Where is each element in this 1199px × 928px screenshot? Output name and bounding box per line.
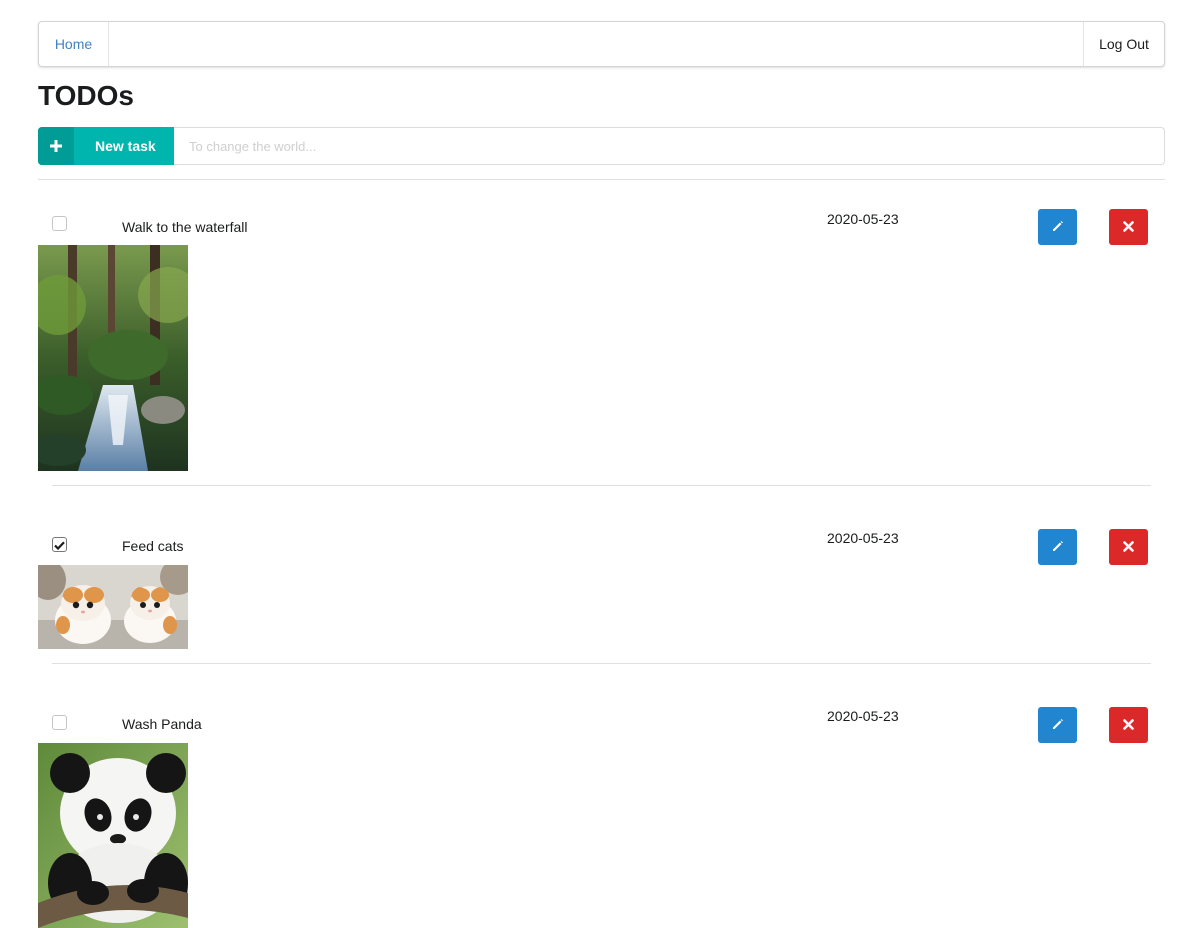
pencil-icon: [1052, 717, 1064, 733]
delete-button[interactable]: [1109, 707, 1148, 743]
divider: [52, 663, 1151, 664]
todo-date: 2020-05-23: [827, 211, 899, 227]
top-menu: Home Log Out: [38, 21, 1165, 67]
delete-button[interactable]: [1109, 529, 1148, 565]
close-icon: [1123, 219, 1134, 235]
check-icon: [54, 537, 65, 553]
delete-button[interactable]: [1109, 209, 1148, 245]
waterfall-image: [38, 245, 188, 471]
todo-date: 2020-05-23: [827, 708, 899, 724]
todo-date: 2020-05-23: [827, 530, 899, 546]
close-icon: [1123, 717, 1134, 733]
kittens-image: [38, 565, 188, 649]
edit-button[interactable]: [1038, 529, 1077, 565]
todo-checkbox[interactable]: [52, 216, 67, 231]
edit-button[interactable]: [1038, 209, 1077, 245]
page-title: TODOs: [38, 80, 134, 111]
home-link[interactable]: Home: [39, 22, 109, 66]
new-task-button[interactable]: New task: [38, 127, 174, 165]
pencil-icon: [1052, 219, 1064, 235]
edit-button[interactable]: [1038, 707, 1077, 743]
todo-checkbox[interactable]: [52, 715, 67, 730]
new-task-label: New task: [95, 138, 156, 154]
plus-icon: [38, 127, 74, 165]
pencil-icon: [1052, 539, 1064, 555]
todo-title: Walk to the waterfall: [122, 219, 248, 235]
todo-title: Feed cats: [122, 538, 184, 554]
todo-title: Wash Panda: [122, 716, 202, 732]
panda-image: [38, 743, 188, 928]
close-icon: [1123, 539, 1134, 555]
todo-checkbox[interactable]: [52, 537, 67, 552]
logout-button[interactable]: Log Out: [1083, 22, 1164, 66]
new-task-input[interactable]: [174, 127, 1165, 165]
divider: [52, 485, 1151, 486]
divider: [38, 179, 1165, 180]
